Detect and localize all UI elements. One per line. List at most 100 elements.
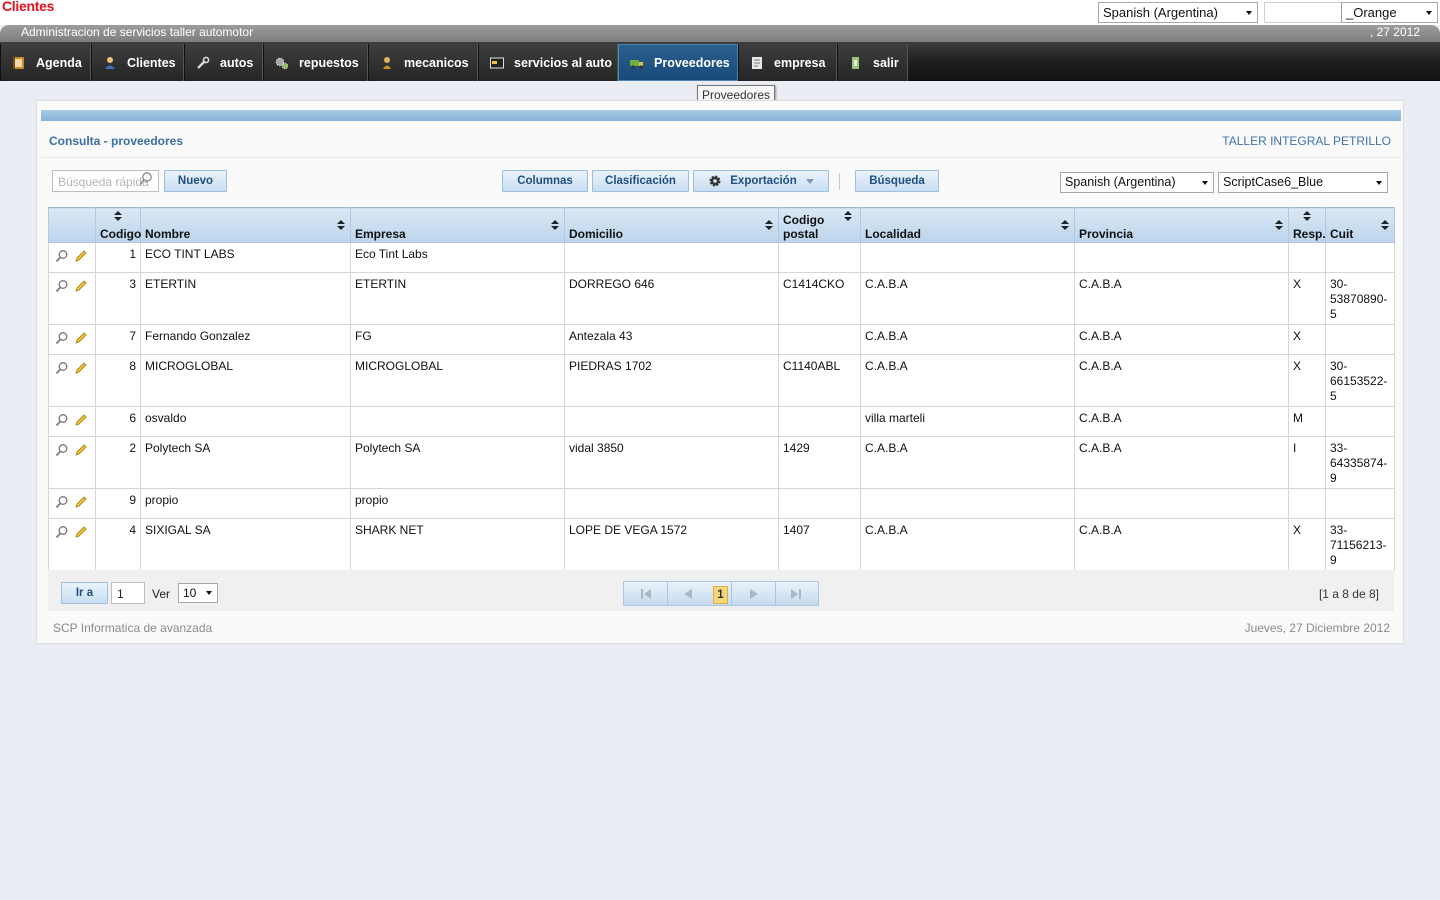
- table-header-row: Codigo Nombre Empresa Domicilio Codigo p…: [48, 207, 1395, 243]
- sort-icon: [1381, 220, 1389, 230]
- agenda-icon: [13, 56, 24, 69]
- menu-item-proveedores[interactable]: Proveedores: [618, 44, 738, 81]
- menu-item-salir[interactable]: salir: [837, 44, 908, 81]
- edit-icon[interactable]: [74, 495, 88, 509]
- first-page-button[interactable]: [624, 582, 668, 605]
- columns-button[interactable]: Columnas: [502, 170, 588, 192]
- edit-icon[interactable]: [74, 249, 88, 263]
- language-value: Spanish (Argentina): [1065, 175, 1176, 189]
- company-name: TALLER INTEGRAL PETRILLO: [1222, 134, 1391, 148]
- view-icon[interactable]: [55, 495, 69, 509]
- menu-item-agenda[interactable]: Agenda: [0, 44, 91, 81]
- view-icon[interactable]: [55, 443, 69, 457]
- sort-button[interactable]: Clasificación: [592, 170, 689, 192]
- top-theme-select[interactable]: _Orange: [1341, 2, 1438, 23]
- edit-icon[interactable]: [74, 525, 88, 539]
- top-blank-field[interactable]: [1264, 2, 1342, 23]
- menu-item-empresa[interactable]: empresa: [738, 44, 837, 81]
- page-title: Consulta - proveedores: [49, 134, 184, 148]
- footer-company: SCP Informatica de avanzada: [53, 621, 213, 635]
- edit-icon[interactable]: [74, 331, 88, 345]
- export-button[interactable]: Exportación: [693, 170, 829, 192]
- column-header-resp[interactable]: Resp.: [1288, 207, 1326, 243]
- current-page[interactable]: 1: [713, 586, 728, 604]
- sort-icon: [1061, 220, 1069, 230]
- search-icon[interactable]: [138, 171, 154, 187]
- menu-label: Agenda: [36, 55, 82, 70]
- column-header-provincia[interactable]: Provincia: [1074, 207, 1289, 243]
- edit-icon[interactable]: [74, 361, 88, 375]
- goto-page-button[interactable]: Ir a: [61, 582, 108, 604]
- wrench-icon: [197, 56, 210, 69]
- top-bar: Clientes Spanish (Argentina) _Orange: [0, 0, 1440, 25]
- table-row: 6 osvaldo villa marteli C.A.B.A M: [48, 406, 1395, 437]
- menu-item-mecanicos[interactable]: mecanicos: [368, 44, 478, 81]
- column-header-domicilio[interactable]: Domicilio: [564, 207, 779, 243]
- language-select[interactable]: Spanish (Argentina): [1060, 172, 1214, 193]
- view-icon[interactable]: [55, 361, 69, 375]
- column-header-actions: [48, 207, 96, 243]
- first-page-icon: [641, 588, 651, 599]
- view-icon[interactable]: [55, 413, 69, 427]
- main-menu: Agenda Clientes autos repuestos mecanico…: [0, 42, 1440, 81]
- menu-label: repuestos: [299, 55, 359, 70]
- table-row: 4 SIXIGAL SA SHARK NET LOPE DE VEGA 1572…: [48, 518, 1395, 571]
- column-header-nombre[interactable]: Nombre: [140, 207, 351, 243]
- previous-page-button[interactable]: [666, 582, 710, 605]
- sort-icon: [1303, 211, 1311, 221]
- menu-label: servicios al auto: [514, 55, 612, 70]
- column-header-cuit[interactable]: Cuit: [1325, 207, 1395, 243]
- view-icon[interactable]: [55, 249, 69, 263]
- column-header-codigo-postal[interactable]: Codigo postal: [778, 207, 861, 243]
- toolbar-divider: [839, 173, 840, 190]
- sort-icon: [114, 211, 122, 221]
- view-icon[interactable]: [55, 525, 69, 539]
- menu-item-clientes[interactable]: Clientes: [91, 44, 184, 81]
- column-header-localidad[interactable]: Localidad: [860, 207, 1075, 243]
- sort-icon: [337, 220, 345, 230]
- chevron-down-icon: [206, 591, 212, 595]
- gear-icon: [709, 175, 721, 187]
- app-title: Clientes: [2, 0, 55, 14]
- menu-label: salir: [873, 55, 899, 70]
- per-page-select[interactable]: 10: [178, 583, 218, 603]
- gears-icon: [275, 57, 289, 69]
- theme-value: ScriptCase6_Blue: [1223, 175, 1324, 189]
- chevron-down-icon: [1246, 11, 1252, 15]
- next-page-button[interactable]: [732, 582, 776, 605]
- truck-icon: [630, 59, 643, 69]
- column-header-empresa[interactable]: Empresa: [350, 207, 565, 243]
- previous-page-icon: [684, 588, 692, 599]
- top-theme-value: _Orange: [1346, 5, 1397, 20]
- sort-icon: [765, 220, 773, 230]
- edit-icon[interactable]: [74, 413, 88, 427]
- menu-label: Clientes: [127, 55, 176, 70]
- export-label: Exportación: [730, 175, 797, 187]
- column-header-codigo[interactable]: Codigo: [95, 207, 141, 243]
- grid-panel: Consulta - proveedores TALLER INTEGRAL P…: [36, 100, 1404, 644]
- menu-label: autos: [220, 55, 254, 70]
- view-icon[interactable]: [55, 331, 69, 345]
- mechanic-icon: [383, 56, 391, 69]
- chevron-down-icon: [805, 178, 814, 184]
- exit-icon: [852, 56, 859, 69]
- edit-icon[interactable]: [74, 279, 88, 293]
- edit-icon[interactable]: [74, 443, 88, 457]
- menu-item-autos[interactable]: autos: [184, 44, 263, 81]
- table-row: 7 Fernando Gonzalez FG Antezala 43 C.A.B…: [48, 324, 1395, 355]
- menu-item-repuestos[interactable]: repuestos: [263, 44, 368, 81]
- menu-label: Proveedores: [654, 55, 730, 70]
- menu-item-servicios[interactable]: servicios al auto: [478, 44, 618, 81]
- search-button[interactable]: Búsqueda: [855, 170, 939, 192]
- table-row: 3 ETERTIN ETERTIN DORREGO 646 C1414CKO C…: [48, 272, 1395, 325]
- new-button[interactable]: Nuevo: [164, 170, 227, 192]
- per-page-label: Ver: [152, 587, 171, 601]
- last-page-icon: [791, 588, 801, 599]
- top-language-select[interactable]: Spanish (Argentina): [1098, 2, 1258, 23]
- last-page-button[interactable]: [774, 582, 818, 605]
- view-icon[interactable]: [55, 279, 69, 293]
- person-icon: [105, 56, 115, 69]
- theme-select[interactable]: ScriptCase6_Blue: [1218, 172, 1388, 193]
- divider: [41, 157, 1401, 158]
- goto-page-input[interactable]: 1: [111, 582, 145, 604]
